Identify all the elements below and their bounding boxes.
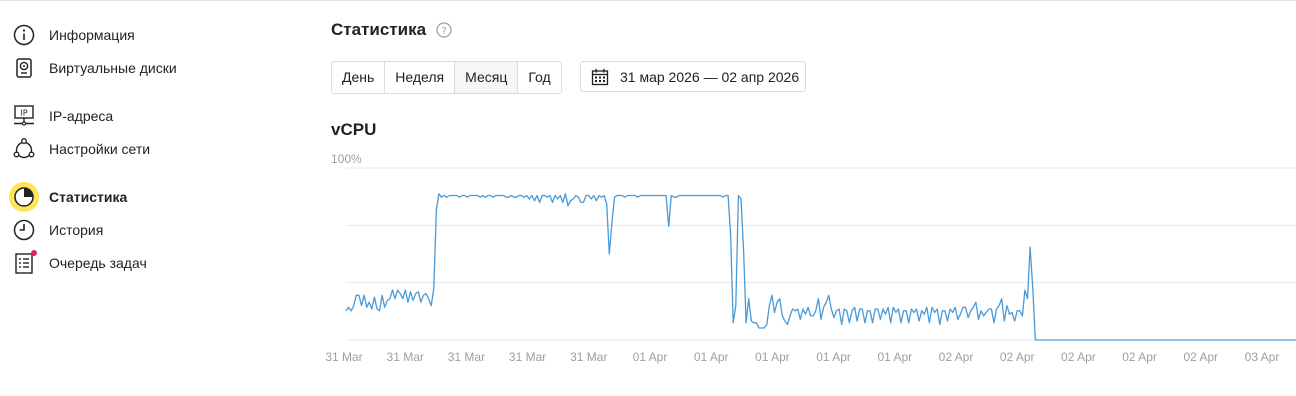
pie-chart-icon — [9, 182, 39, 212]
info-icon — [12, 23, 36, 47]
sidebar-item-ip-addresses[interactable]: IP IP-адреса — [12, 102, 113, 130]
disk-icon — [12, 56, 36, 80]
sidebar-item-virtual-disks[interactable]: Виртуальные диски — [12, 54, 177, 82]
network-icon — [12, 137, 36, 161]
sidebar-item-network-settings[interactable]: Настройки сети — [12, 135, 150, 163]
x-tick-label: 02 Apr — [1000, 350, 1035, 364]
question-icon[interactable]: ? — [436, 22, 452, 43]
chart-svg: 100% 31 Mar 31 Mar 31 Mar 31 Mar 31 Mar 01 Apr… — [325, 152, 1296, 364]
period-selector: День Неделя Месяц Год — [331, 61, 562, 94]
sidebar-item-task-queue[interactable]: Очередь задач — [12, 249, 147, 277]
vcpu-series-line — [345, 193, 1296, 341]
date-range-picker[interactable]: 31 мар 2026 — 02 апр 2026 — [580, 61, 806, 92]
svg-text:?: ? — [441, 26, 446, 37]
x-tick-label: 31 Mar — [570, 350, 607, 364]
ip-icon: IP — [12, 104, 36, 128]
svg-text:IP: IP — [20, 109, 27, 118]
x-tick-label: 31 Mar — [448, 350, 485, 364]
sidebar-item-label: Виртуальные диски — [49, 60, 177, 76]
x-tick-label: 02 Apr — [1122, 350, 1157, 364]
sidebar: Информация Виртуальные диски IP IP-адрес… — [0, 0, 300, 396]
x-tick-label: 01 Apr — [633, 350, 668, 364]
x-tick-label: 31 Mar — [325, 350, 362, 364]
main-content: Статистика ? День Неделя Месяц Год 31 ма… — [325, 0, 1296, 396]
sidebar-item-label: Статистика — [49, 189, 128, 205]
x-tick-label: 01 Apr — [755, 350, 790, 364]
sidebar-item-label: Настройки сети — [49, 141, 151, 157]
notification-dot — [31, 250, 37, 256]
date-range-text: 31 мар 2026 — 02 апр 2026 — [620, 68, 800, 85]
calendar-icon — [591, 68, 609, 86]
x-tick-label: 01 Apr — [694, 350, 729, 364]
sidebar-item-history[interactable]: История — [12, 216, 103, 244]
x-tick-label: 31 Mar — [387, 350, 424, 364]
sidebar-item-label: Информация — [49, 27, 135, 43]
x-tick-label: 02 Apr — [939, 350, 974, 364]
sidebar-item-label: История — [49, 222, 104, 238]
sidebar-item-label: IP-адреса — [49, 108, 114, 124]
task-list-icon — [12, 250, 37, 275]
period-week-button[interactable]: Неделя — [385, 62, 456, 93]
x-tick-label: 01 Apr — [877, 350, 912, 364]
vcpu-chart: 100% 31 Mar 31 Mar 31 Mar 31 Mar 31 Mar 01 Apr… — [323, 145, 1296, 385]
chart-title: vCPU — [331, 120, 377, 139]
y-max-label: 100% — [331, 152, 362, 166]
x-tick-label: 03 Apr — [1245, 350, 1280, 364]
x-tick-label: 01 Apr — [816, 350, 851, 364]
sidebar-item-label: Очередь задач — [49, 255, 147, 271]
period-year-button[interactable]: Год — [518, 62, 561, 93]
period-month-button[interactable]: Месяц — [455, 62, 519, 93]
sidebar-item-statistics[interactable]: Статистика — [9, 182, 128, 212]
page-title: Статистика — [331, 20, 427, 39]
x-tick-label: 31 Mar — [509, 350, 546, 364]
x-tick-label: 02 Apr — [1061, 350, 1096, 364]
clock-icon — [12, 218, 36, 242]
x-tick-label: 02 Apr — [1183, 350, 1218, 364]
period-day-button[interactable]: День — [332, 62, 386, 93]
sidebar-item-info[interactable]: Информация — [12, 21, 135, 49]
